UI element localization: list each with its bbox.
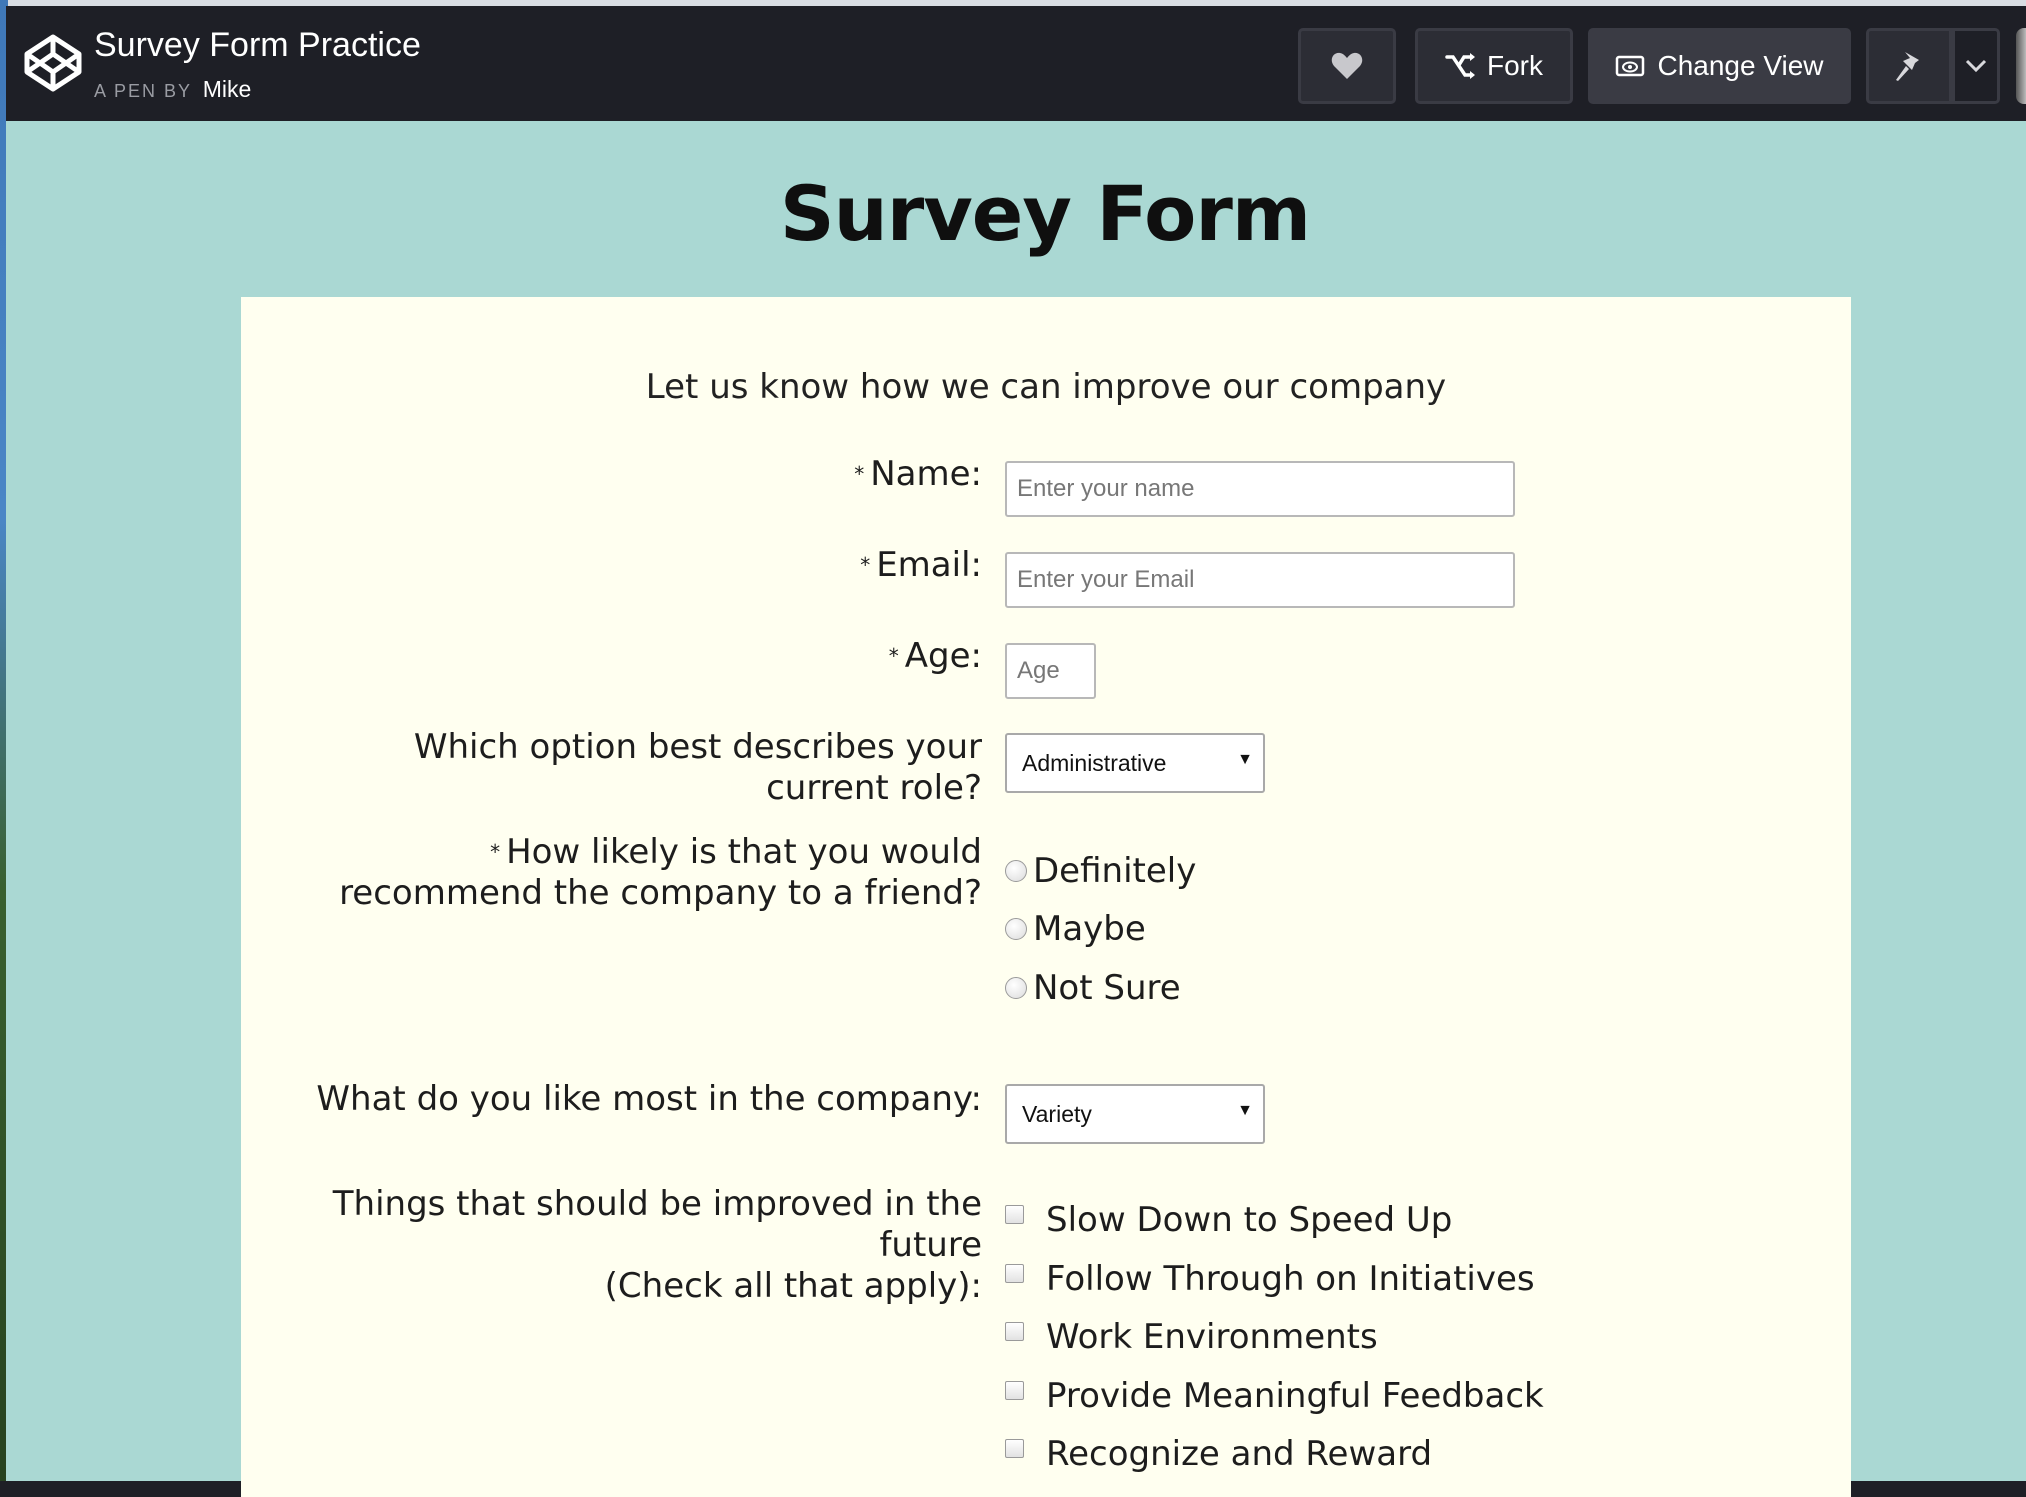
improve-label-line2: future: [879, 1225, 982, 1265]
heart-icon: [1331, 52, 1363, 79]
checkbox-item[interactable]: Follow Through on Initiatives: [1005, 1259, 1535, 1299]
role-label-line2: current role?: [766, 768, 982, 808]
radio-button[interactable]: [1005, 977, 1027, 999]
age-label: * Age:: [889, 636, 982, 677]
name-input[interactable]: Enter your name: [1005, 461, 1515, 517]
checkbox-label: Follow Through on Initiatives: [1046, 1259, 1535, 1299]
radio-button[interactable]: [1005, 918, 1027, 940]
name-label: * Name:: [854, 454, 982, 495]
radio-label: Definitely: [1033, 851, 1197, 891]
author-link[interactable]: Mike: [203, 76, 252, 102]
radio-label: Not Sure: [1033, 968, 1181, 1008]
checkbox[interactable]: [1005, 1204, 1024, 1224]
checkbox-label: Slow Down to Speed Up: [1046, 1200, 1453, 1240]
checkbox-item[interactable]: Recognize and Reward: [1005, 1434, 1432, 1474]
role-select[interactable]: Administrative ▼: [1005, 733, 1265, 793]
age-input[interactable]: Age: [1005, 643, 1096, 699]
role-label: Which option best describes your current…: [414, 727, 982, 809]
name-label-text: Name:: [870, 454, 982, 494]
like-most-selected-value: Variety: [1022, 1100, 1092, 1127]
chevron-down-icon: [1965, 59, 1987, 73]
role-selected-value: Administrative: [1022, 749, 1167, 776]
checkbox-label: Provide Meaningful Feedback: [1046, 1376, 1544, 1416]
checkbox-label: Recognize and Reward: [1046, 1434, 1433, 1474]
fork-icon: [1445, 53, 1475, 79]
required-mark: *: [854, 462, 865, 486]
email-label: * Email:: [860, 545, 982, 586]
pin-icon: [1896, 52, 1919, 81]
required-mark: *: [888, 644, 899, 668]
improve-label-line3: (Check all that apply):: [604, 1266, 982, 1306]
page-title: Survey Form: [779, 169, 1311, 258]
codepen-header: Survey Form Practice A PEN BY Mike Fork …: [6, 6, 2026, 121]
pin-dropdown-button[interactable]: [1952, 28, 2000, 104]
recommend-label-line2: recommend the company to a friend?: [339, 873, 982, 913]
pen-preview: Survey Form Let us know how we can impro…: [6, 121, 2026, 1497]
checkbox-label: Work Environments: [1046, 1317, 1378, 1357]
radio-button[interactable]: [1005, 860, 1027, 882]
select-caret-icon: ▼: [1237, 1102, 1253, 1119]
fork-button[interactable]: Fork: [1415, 28, 1573, 104]
required-mark: *: [860, 553, 871, 577]
recommend-label-line1: How likely is that you would: [506, 832, 982, 872]
like-button[interactable]: [1298, 28, 1396, 104]
checkbox-item[interactable]: Slow Down to Speed Up: [1005, 1200, 1452, 1240]
checkbox[interactable]: [1005, 1263, 1024, 1283]
radio-not-sure[interactable]: Not Sure: [1005, 968, 1181, 1008]
checkbox[interactable]: [1005, 1380, 1024, 1400]
radio-maybe[interactable]: Maybe: [1005, 909, 1146, 949]
improve-label-line1: Things that should be improved in the: [332, 1184, 982, 1224]
email-input[interactable]: Enter your Email: [1005, 552, 1515, 608]
fork-label: Fork: [1487, 50, 1543, 81]
checkbox-item[interactable]: Work Environments: [1005, 1317, 1378, 1357]
radio-label: Maybe: [1033, 909, 1146, 949]
pin-button[interactable]: [1866, 28, 1952, 104]
improve-label: Things that should be improved in the fu…: [333, 1184, 982, 1307]
pen-by-label: A PEN BY: [94, 81, 192, 101]
change-view-button[interactable]: Change View: [1588, 28, 1851, 104]
select-caret-icon: ▼: [1237, 751, 1253, 768]
checkbox[interactable]: [1005, 1438, 1024, 1458]
pen-title[interactable]: Survey Form Practice: [94, 26, 421, 65]
like-most-select[interactable]: Variety ▼: [1005, 1084, 1265, 1144]
survey-form: Let us know how we can improve our compa…: [241, 297, 1851, 1497]
email-label-text: Email:: [876, 545, 982, 585]
avatar[interactable]: [2016, 28, 2026, 104]
radio-definitely[interactable]: Definitely: [1005, 851, 1196, 891]
recommend-label: * How likely is that you would recommend …: [339, 832, 982, 914]
checkbox[interactable]: [1005, 1321, 1024, 1341]
change-view-label: Change View: [1657, 50, 1824, 81]
form-description: Let us know how we can improve our compa…: [645, 367, 1447, 407]
pen-byline: A PEN BY Mike: [94, 76, 251, 103]
required-mark: *: [490, 840, 501, 864]
codepen-cube-icon[interactable]: [22, 32, 84, 94]
role-label-line1: Which option best describes your: [413, 727, 982, 767]
age-label-text: Age:: [904, 636, 982, 676]
like-most-label: What do you like most in the company:: [316, 1079, 982, 1119]
eye-icon: [1616, 55, 1645, 77]
checkbox-item[interactable]: Provide Meaningful Feedback: [1005, 1376, 1544, 1416]
